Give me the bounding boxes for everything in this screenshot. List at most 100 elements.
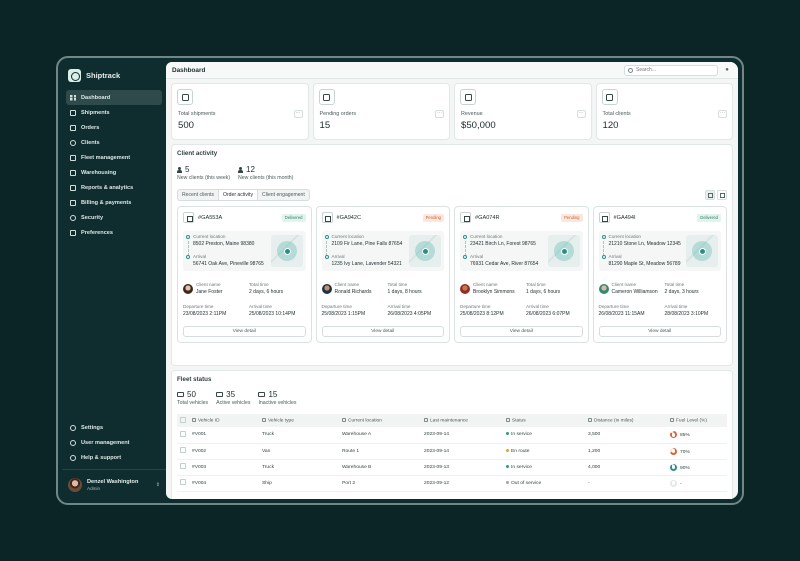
view-toggle: [705, 190, 727, 200]
view-detail-button[interactable]: View detail: [598, 326, 721, 337]
row-checkbox[interactable]: [180, 430, 186, 437]
sidebar-item-warehousing[interactable]: Warehousing: [66, 165, 162, 180]
view-detail-button[interactable]: View detail: [321, 326, 444, 337]
sidebar-item-label: Settings: [81, 424, 104, 431]
search-input[interactable]: [636, 67, 706, 73]
user-menu[interactable]: Denzel Washington Admin ⇕: [62, 469, 166, 499]
brand[interactable]: Shiptrack: [62, 62, 166, 82]
wallet-icon: [460, 89, 476, 105]
status-text: In service: [511, 464, 532, 470]
fuel-ring-icon: [670, 431, 677, 439]
sidebar-item-label: User management: [81, 439, 130, 446]
sidebar-item-fleet-management[interactable]: Fleet management: [66, 150, 162, 165]
column-header: Status: [512, 418, 526, 424]
row-checkbox[interactable]: [180, 447, 186, 453]
sidebar-item-label: Preferences: [81, 229, 114, 236]
stat-label: Total shipments: [178, 111, 216, 117]
kpi-label: New clients (this week): [177, 175, 231, 181]
stat-card-total-shipments: Total shipments 500 ···: [171, 83, 309, 140]
truck-icon: [258, 392, 266, 397]
row-checkbox[interactable]: [180, 463, 186, 469]
table-row[interactable]: #V003 Truck Warehouse B 2023-09-13 In servic…: [177, 459, 727, 476]
sidebar-item-clients[interactable]: Clients: [66, 135, 162, 150]
fuel-icon: [670, 417, 674, 422]
stat-label: Pending orders: [319, 111, 357, 117]
distance: 4,000: [585, 459, 667, 476]
status-badge: Delivered: [281, 213, 306, 222]
stat-card-total-clients: Total clients 120 ···: [595, 83, 733, 140]
users-icon: [70, 139, 76, 146]
warehouse-icon: [70, 169, 76, 176]
stat-value: 500: [178, 120, 195, 131]
vehicle-id: #V003: [189, 459, 259, 476]
help-icon: [70, 454, 76, 461]
sidebar-item-reports-analytics[interactable]: Reports & analytics: [66, 180, 162, 195]
client-name: Cameron Williamson: [611, 289, 658, 295]
search-box[interactable]: [624, 64, 718, 76]
table-row[interactable]: #V001 Truck Warehouse A 2023-09-14 In servic…: [177, 427, 727, 444]
select-all-checkbox[interactable]: [180, 416, 186, 423]
order-cards: #GA553A Delivered Current location 8502 P…: [177, 206, 727, 343]
tab-client-engagement[interactable]: Client engagement: [258, 190, 309, 200]
sidebar-item-settings[interactable]: Settings: [66, 420, 162, 435]
location-dot-icon: [324, 235, 329, 239]
avatar: [68, 477, 82, 492]
tab-order-activity[interactable]: Order activity: [218, 190, 259, 200]
sidebar-item-orders[interactable]: Orders: [66, 120, 162, 135]
list-view-icon[interactable]: [717, 190, 727, 200]
box-icon: [183, 212, 194, 223]
map-thumbnail[interactable]: [409, 235, 441, 267]
avatar: [183, 284, 193, 294]
view-detail-button[interactable]: View detail: [183, 326, 306, 337]
more-icon[interactable]: ···: [718, 110, 727, 118]
column-header: Last maintenance: [430, 418, 468, 424]
sidebar-item-label: Reports & analytics: [81, 184, 134, 191]
location-dot-icon: [186, 235, 190, 239]
table-row[interactable]: #V004 Ship Port 2 2023-09-12 Out of service -…: [177, 475, 727, 492]
arrival-time: 26/08/2023 4:05PM: [387, 311, 432, 317]
current-location: 8502 Preston, Maine 98380: [193, 241, 255, 247]
map-thumbnail[interactable]: [686, 235, 718, 267]
sidebar-item-security[interactable]: Security: [66, 210, 162, 225]
section-title: Client activity: [177, 150, 218, 157]
grid-view-icon[interactable]: [705, 190, 715, 200]
sidebar-item-user-management[interactable]: User management: [66, 435, 162, 450]
kpi-inactive-vehicles: 15 Inactive vehicles: [258, 390, 297, 406]
sidebar-bottom-nav: Settings User management Help & support: [62, 420, 166, 465]
sidebar-item-label: Clients: [81, 139, 100, 146]
view-detail-button[interactable]: View detail: [460, 326, 583, 337]
distance: 3,500: [585, 427, 667, 444]
brand-name: Shiptrack: [86, 70, 121, 80]
sidebar-item-dashboard[interactable]: Dashboard: [66, 90, 162, 105]
more-icon[interactable]: ···: [293, 110, 303, 118]
client-name: Ronald Richards: [334, 289, 372, 295]
arrival-time: 25/08/2023 10:14PM: [249, 311, 296, 317]
row-checkbox[interactable]: [180, 479, 186, 485]
order-id: #GA494I: [613, 214, 636, 221]
fuel-cell: 70%: [667, 443, 727, 460]
arrival-label: Arrival: [331, 254, 345, 259]
sidebar-item-help-support[interactable]: Help & support: [66, 450, 162, 465]
tab-recent-clients[interactable]: Recent clients: [178, 190, 218, 200]
sidebar-item-preferences[interactable]: Preferences: [66, 225, 162, 240]
total-time: 2 days, 6 hours: [249, 289, 284, 295]
column-header: Distance (in miles): [594, 418, 634, 424]
vehicle-type: Van: [259, 443, 339, 460]
arrival-address: 56741 Oak Ave, Pineville 98765: [193, 261, 264, 267]
shield-icon: [70, 214, 76, 221]
location-dot-icon: [463, 235, 467, 239]
avatar: [321, 284, 332, 294]
kpi-label: Inactive vehicles: [258, 400, 297, 406]
map-thumbnail[interactable]: [547, 235, 580, 267]
sidebar-item-shipments[interactable]: Shipments: [66, 105, 162, 120]
table-row[interactable]: #V002 Van Route 1 2023-09-14 En route 1,200 70…: [177, 443, 727, 460]
map-thumbnail[interactable]: [270, 235, 303, 267]
client-activity-section: Client activity 5 New clients (this week…: [171, 144, 733, 366]
stat-value: 120: [602, 120, 619, 131]
person-icon: [177, 166, 182, 173]
kpi-value: 15: [268, 390, 278, 399]
sidebar-item-billing-payments[interactable]: Billing & payments: [66, 195, 162, 210]
bell-icon[interactable]: ●: [722, 65, 732, 75]
more-icon[interactable]: ···: [576, 110, 586, 118]
more-icon[interactable]: ···: [435, 110, 444, 118]
